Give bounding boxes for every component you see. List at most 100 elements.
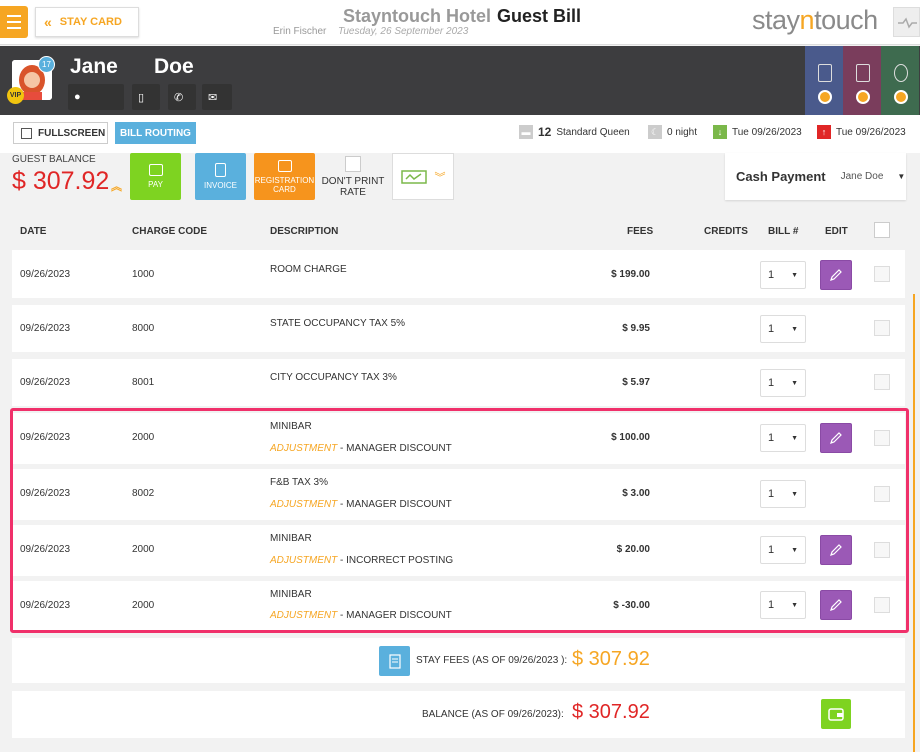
- signature-button[interactable]: ︾: [392, 153, 454, 200]
- caret-down-icon: ▼: [791, 434, 798, 442]
- nights-info: ☾ 0 night: [648, 125, 697, 139]
- stay-card-button[interactable]: « STAY CARD: [35, 7, 139, 37]
- caret-down-icon: ▼: [791, 325, 798, 333]
- table-row[interactable]: 09/26/2023 8000 STATE OCCUPANCY TAX 5% $…: [12, 305, 905, 352]
- row-date: 09/26/2023: [20, 377, 71, 388]
- wallet-icon: [148, 164, 163, 176]
- row-date: 09/26/2023: [20, 323, 71, 334]
- row-fee: $ 9.95: [622, 323, 650, 334]
- select-all-checkbox[interactable]: [874, 222, 890, 238]
- row-description: CITY OCCUPANCY TAX 3%: [270, 372, 397, 383]
- receipt-icon[interactable]: [379, 646, 410, 676]
- room-number: 12: [538, 125, 552, 139]
- stay-fees-label: STAY FEES (AS OF 09/26/2023 ):: [416, 655, 568, 666]
- caret-down-icon: ▼: [791, 379, 798, 387]
- row-code: 8002: [132, 488, 155, 499]
- table-row[interactable]: 09/26/2023 8001 CITY OCCUPANCY TAX 3% $ …: [12, 359, 905, 406]
- arrival-date: Tue 09/26/2023: [732, 126, 802, 138]
- registration-card-button[interactable]: REGISTRATION CARD: [254, 153, 315, 200]
- row-description: F&B TAX 3%: [270, 477, 328, 488]
- row-code: 2000: [132, 600, 155, 611]
- departure-arrow-icon: ↑: [817, 125, 831, 139]
- pulse-icon[interactable]: [893, 7, 920, 37]
- nights: 0 night: [667, 126, 698, 138]
- phone-icon[interactable]: ✆: [168, 84, 196, 110]
- edit-button[interactable]: [820, 260, 852, 290]
- departure-info: ↑ Tue 09/26/2023: [817, 125, 906, 139]
- edit-button[interactable]: [820, 535, 852, 565]
- double-chevron-up-icon[interactable]: ︽: [111, 178, 122, 194]
- row-checkbox[interactable]: [874, 374, 890, 390]
- stay-count-badge: 17: [38, 56, 55, 73]
- pencil-icon: [830, 432, 842, 444]
- menu-icon[interactable]: [0, 6, 28, 38]
- room-card-tab[interactable]: [843, 46, 881, 115]
- stay-card-label: STAY CARD: [59, 16, 122, 28]
- extras-card-tab[interactable]: [881, 46, 919, 115]
- row-date: 09/26/2023: [20, 600, 71, 611]
- pay-button[interactable]: PAY: [130, 153, 181, 200]
- signature-icon: [400, 169, 427, 184]
- bill-select[interactable]: 1 ▼: [760, 261, 806, 289]
- wallet-icon: [828, 707, 844, 721]
- caret-down-icon: ▼: [791, 601, 798, 609]
- bill-select[interactable]: 1 ▼: [760, 424, 806, 452]
- business-date: Tuesday, 26 September 2023: [338, 26, 469, 37]
- bill-select[interactable]: 1 ▼: [760, 536, 806, 564]
- invoice-button[interactable]: INVOICE: [195, 153, 246, 200]
- mobile-icon[interactable]: ▯: [132, 84, 160, 110]
- table-row[interactable]: 09/26/2023 2000 MINIBAR ADJUSTMENT - MAN…: [12, 413, 905, 464]
- id-card-tab[interactable]: [805, 46, 843, 115]
- bill-select[interactable]: 1 ▼: [760, 591, 806, 619]
- table-row[interactable]: 09/26/2023 2000 MINIBAR ADJUSTMENT - INC…: [12, 525, 905, 576]
- row-checkbox[interactable]: [874, 597, 890, 613]
- table-row[interactable]: 09/26/2023 8002 F&B TAX 3% ADJUSTMENT - …: [12, 469, 905, 520]
- payment-method-selector[interactable]: Cash Payment Jane Doe ▼: [725, 153, 906, 200]
- guest-last-name: Doe: [154, 55, 194, 78]
- scrollbar[interactable]: [913, 294, 915, 752]
- bed-icon: ▬: [519, 125, 533, 139]
- row-adjustment: ADJUSTMENT - INCORRECT POSTING: [270, 555, 454, 566]
- table-row[interactable]: 09/26/2023 2000 MINIBAR ADJUSTMENT - MAN…: [12, 581, 905, 631]
- search-icon: [894, 90, 908, 104]
- row-checkbox[interactable]: [874, 430, 890, 446]
- row-adjustment: ADJUSTMENT - MANAGER DISCOUNT: [270, 443, 452, 454]
- payment-method: Cash Payment: [736, 169, 826, 184]
- row-checkbox[interactable]: [874, 320, 890, 336]
- card-strip: [805, 46, 920, 115]
- row-code: 8001: [132, 377, 155, 388]
- pay-balance-button[interactable]: [821, 699, 851, 729]
- email-icon[interactable]: ✉: [202, 84, 232, 110]
- search-icon: [856, 90, 870, 104]
- balance-amount: $ 307.92: [572, 701, 650, 723]
- hotel-name: Stayntouch Hotel: [343, 6, 492, 26]
- bill-select[interactable]: 1 ▼: [760, 480, 806, 508]
- guest-header: VIP 17 Jane Doe ● ▯ ✆ ✉: [0, 46, 920, 115]
- guest-balance-label: GUEST BALANCE: [12, 154, 96, 165]
- edit-button[interactable]: [820, 423, 852, 453]
- row-checkbox[interactable]: [874, 266, 890, 282]
- table-row[interactable]: 09/26/2023 1000 ROOM CHARGE $ 199.00 1 ▼: [12, 250, 905, 298]
- caret-down-icon: ▼: [897, 172, 906, 181]
- edit-button[interactable]: [820, 590, 852, 620]
- fullscreen-button[interactable]: FULLSCREEN: [13, 122, 108, 144]
- dont-print-rate[interactable]: DON'T PRINT RATE: [318, 154, 388, 198]
- dont-print-rate-checkbox[interactable]: [345, 156, 361, 172]
- caret-down-icon: ▼: [791, 490, 798, 498]
- bill-routing-button[interactable]: BILL ROUTING: [115, 122, 196, 144]
- row-checkbox[interactable]: [874, 542, 890, 558]
- col-bill: BILL #: [768, 226, 799, 237]
- globe-icon: [894, 64, 908, 82]
- row-fee: $ 199.00: [611, 269, 650, 280]
- departure-date: Tue 09/26/2023: [836, 126, 906, 138]
- bill-select[interactable]: 1 ▼: [760, 369, 806, 397]
- col-charge-code: CHARGE CODE: [132, 226, 208, 237]
- row-checkbox[interactable]: [874, 486, 890, 502]
- bill-select[interactable]: 1 ▼: [760, 315, 806, 343]
- printer-icon: [277, 159, 292, 172]
- row-date: 09/26/2023: [20, 544, 71, 555]
- location-icon[interactable]: ●: [68, 84, 124, 110]
- caret-down-icon: ▼: [791, 271, 798, 279]
- row-fee: $ -30.00: [613, 600, 650, 611]
- row-code: 2000: [132, 544, 155, 555]
